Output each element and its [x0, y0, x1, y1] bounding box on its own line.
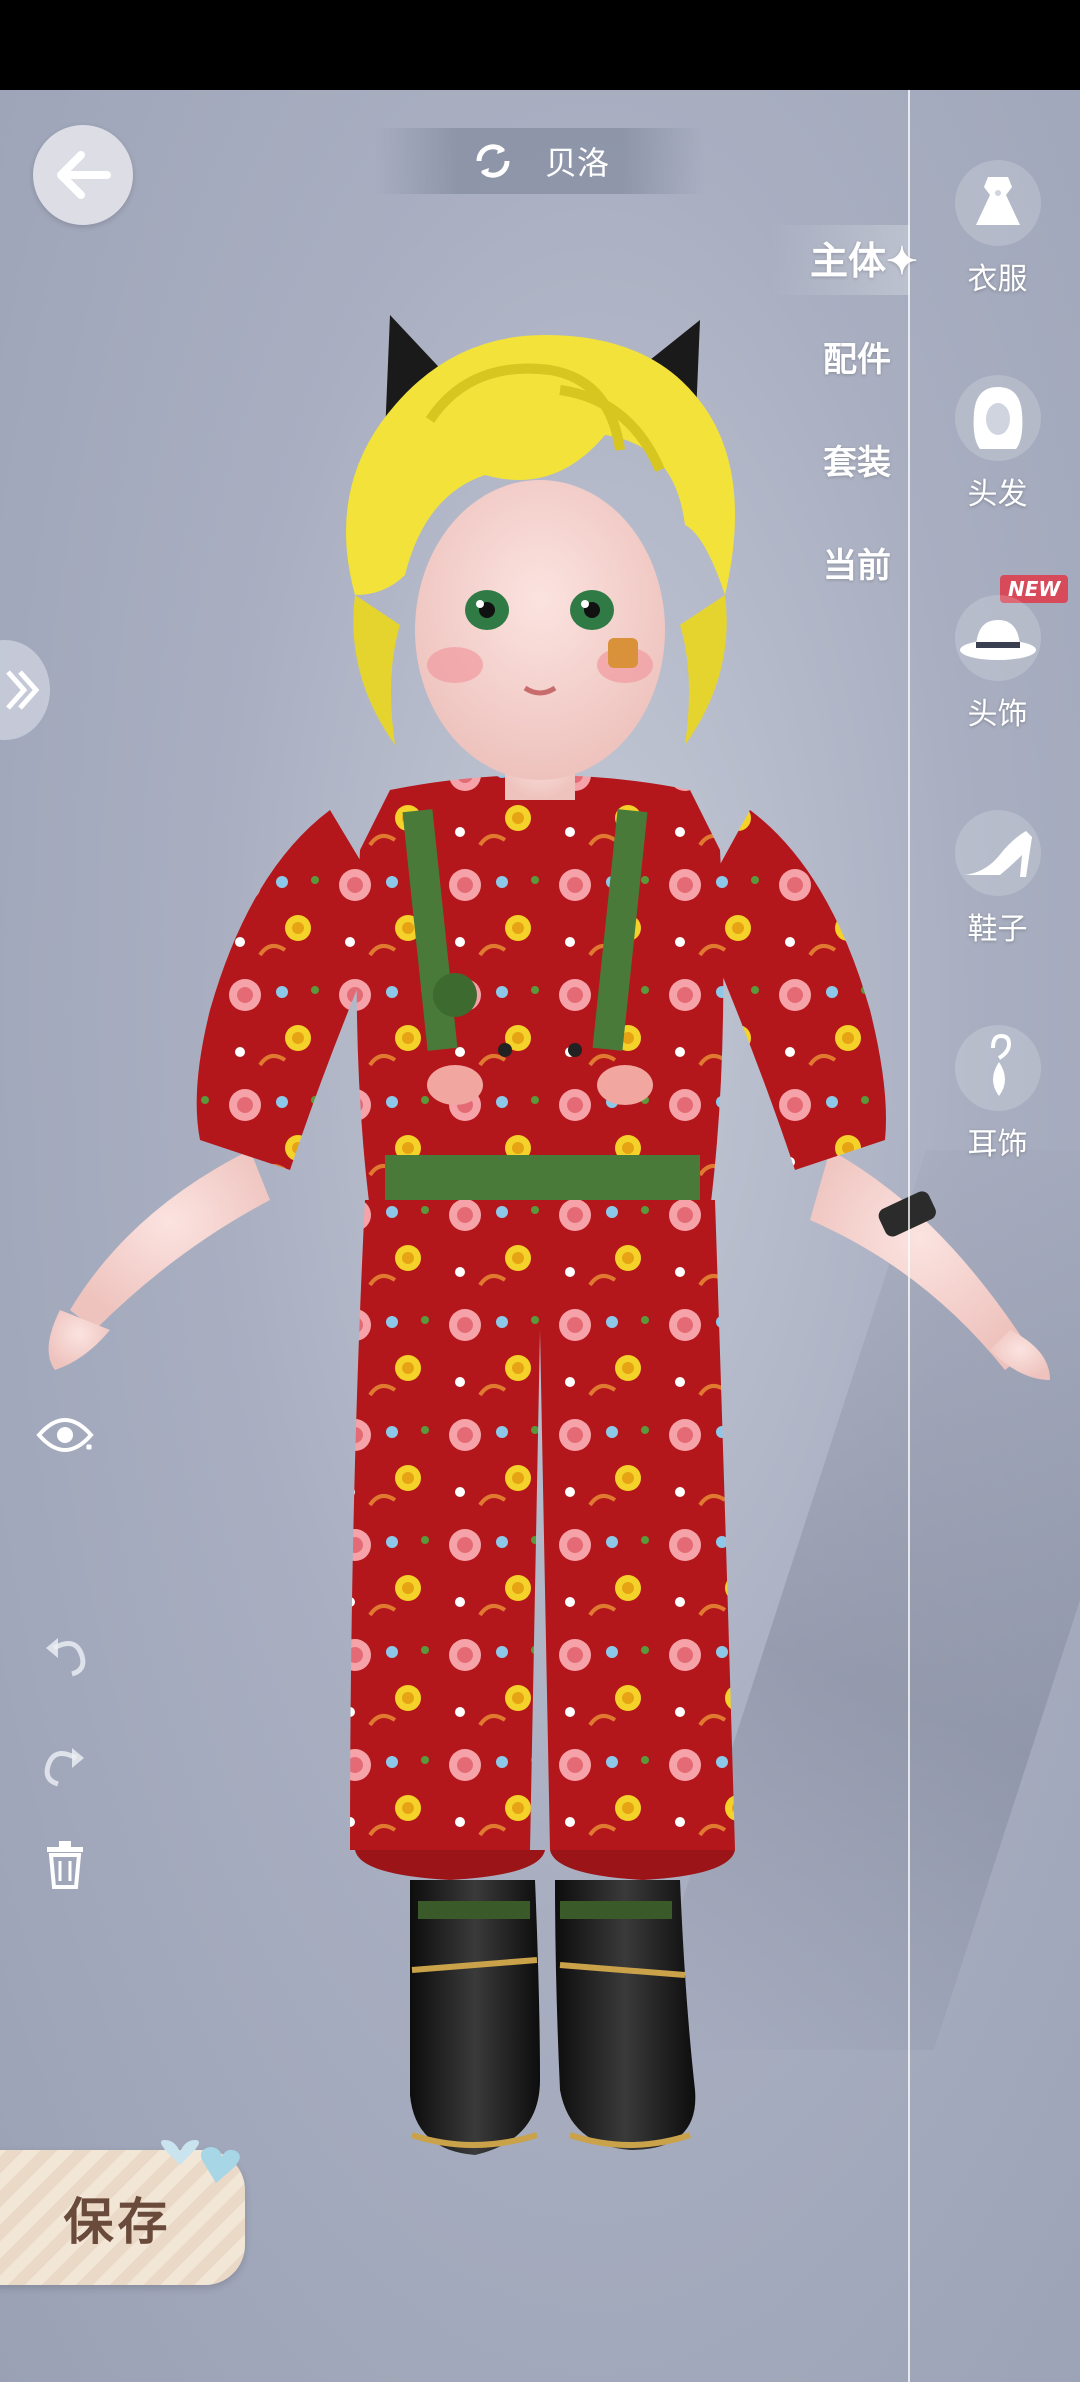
character-model[interactable]	[0, 90, 1080, 2382]
category-headwear[interactable]: 头饰	[940, 595, 1055, 733]
eye-icon	[36, 1418, 94, 1452]
hat-icon	[954, 595, 1041, 681]
status-bar	[0, 0, 1080, 90]
hair-icon	[954, 375, 1041, 461]
dress-icon	[954, 160, 1041, 246]
trash-icon	[47, 1841, 83, 1889]
category-shoes[interactable]: 鞋子	[940, 810, 1055, 948]
face	[415, 480, 665, 780]
redo-icon	[44, 1748, 84, 1787]
double-chevron-right-icon	[6, 670, 40, 710]
character-name: 贝洛	[544, 144, 609, 182]
pants	[350, 1200, 735, 1850]
character-name-bar[interactable]: 贝洛	[375, 128, 705, 194]
panel-divider	[908, 90, 910, 2382]
category-earrings[interactable]: 耳饰	[940, 1025, 1055, 1163]
earring-icon	[954, 1025, 1041, 1111]
switch-character-icon[interactable]	[471, 139, 515, 183]
tab-accessories[interactable]: 配件	[823, 332, 1080, 381]
category-hair[interactable]: 头发	[940, 375, 1055, 513]
right-arm	[810, 1150, 1030, 1370]
toggle-visibility-button[interactable]	[35, 1405, 95, 1465]
left-arm	[70, 1150, 270, 1330]
undo-button[interactable]	[35, 1625, 95, 1685]
dressup-scene: 贝洛 主体✦ 配件 套装 当前 衣服 头发 NEW 头饰 鞋子 耳饰 保存	[0, 90, 1080, 2382]
back-button[interactable]	[33, 125, 133, 225]
redo-button[interactable]	[35, 1735, 95, 1795]
heart-bow-decoration-icon	[161, 2140, 240, 2183]
left-boot	[410, 1880, 540, 2155]
category-clothes[interactable]: 衣服	[940, 160, 1055, 298]
undo-icon	[46, 1638, 86, 1677]
right-boot	[555, 1880, 696, 2150]
delete-button[interactable]	[35, 1835, 95, 1895]
arrow-left-icon	[57, 151, 111, 199]
high-heel-icon	[954, 810, 1041, 896]
